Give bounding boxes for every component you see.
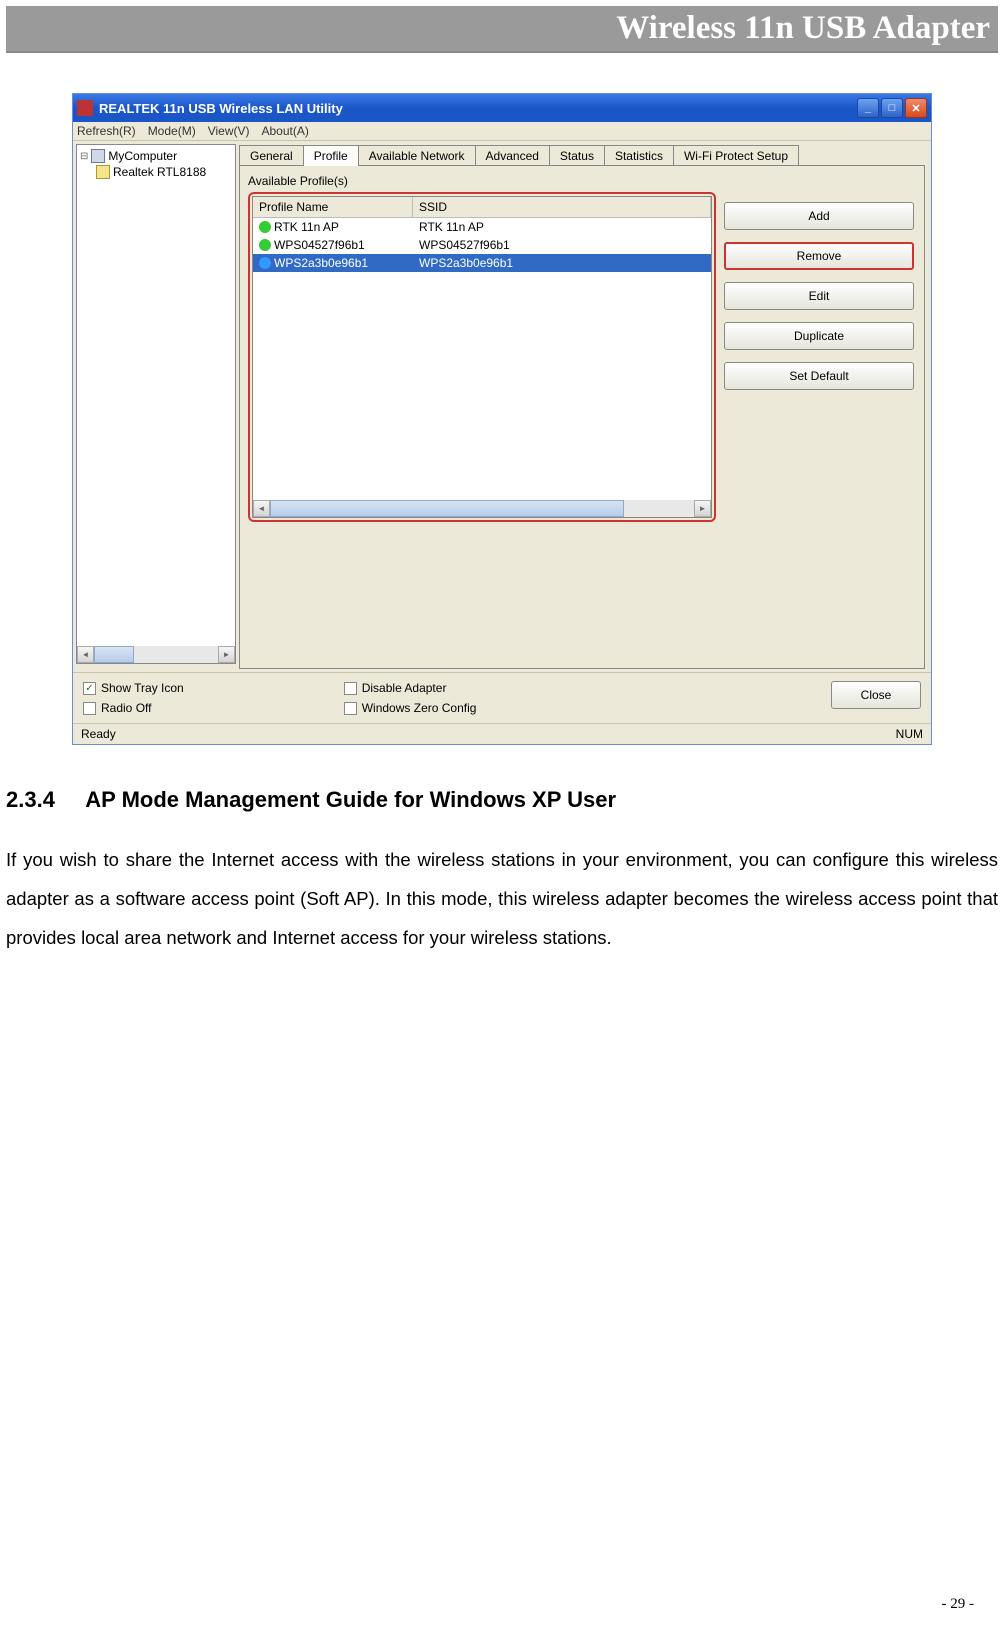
menu-about[interactable]: About(A) <box>262 124 309 138</box>
tab-available-network[interactable]: Available Network <box>358 145 476 166</box>
tree-scrollbar[interactable]: ◄ ► <box>77 646 235 663</box>
tabs: General Profile Available Network Advanc… <box>239 144 925 165</box>
status-left: Ready <box>81 727 116 741</box>
profile-row[interactable]: WPS04527f96b1 WPS04527f96b1 <box>253 236 711 254</box>
bottom-options: ✓ Show Tray Icon Radio Off Disable Adapt… <box>73 672 931 723</box>
section-heading: 2.3.4 AP Mode Management Guide for Windo… <box>6 787 998 813</box>
checkbox-icon[interactable] <box>344 702 357 715</box>
menu-refresh[interactable]: Refresh(R) <box>77 124 136 138</box>
app-icon <box>77 100 93 116</box>
doc-header-underline <box>6 51 998 53</box>
signal-icon <box>259 221 271 233</box>
minimize-button[interactable]: _ <box>857 98 879 118</box>
app-window: REALTEK 11n USB Wireless LAN Utility _ □… <box>72 93 932 745</box>
scroll-left-icon[interactable]: ◄ <box>77 646 94 663</box>
scroll-right-icon[interactable]: ► <box>218 646 235 663</box>
checkbox-icon[interactable]: ✓ <box>83 682 96 695</box>
menubar: Refresh(R) Mode(M) View(V) About(A) <box>73 122 931 141</box>
radio-off-option[interactable]: Radio Off <box>83 701 184 715</box>
scroll-right-icon[interactable]: ► <box>694 500 711 517</box>
set-default-button[interactable]: Set Default <box>724 362 914 390</box>
tab-content: Available Profile(s) Profile Name SSID <box>239 165 925 669</box>
titlebar[interactable]: REALTEK 11n USB Wireless LAN Utility _ □… <box>73 94 931 122</box>
checkbox-icon[interactable] <box>344 682 357 695</box>
action-buttons: Add Remove Edit Duplicate Set Default <box>724 202 914 390</box>
profile-row-selected[interactable]: WPS2a3b0e96b1 WPS2a3b0e96b1 <box>253 254 711 272</box>
doc-header-title: Wireless 11n USB Adapter <box>616 10 990 46</box>
tree-child[interactable]: Realtek RTL8188 <box>96 164 232 180</box>
page-number: - 29 - <box>942 1596 975 1613</box>
tab-wifi-protect[interactable]: Wi-Fi Protect Setup <box>673 145 799 166</box>
profile-header: Profile Name SSID <box>253 197 711 218</box>
tree-root-label: MyComputer <box>108 149 177 163</box>
scroll-left-icon[interactable]: ◄ <box>253 500 270 517</box>
tree-root[interactable]: ⊟ MyComputer <box>80 148 232 164</box>
section-number: 2.3.4 <box>6 787 80 813</box>
profile-list[interactable]: Profile Name SSID RTK 11n AP RTK 11n AP … <box>252 196 712 518</box>
info-icon <box>259 257 271 269</box>
tab-advanced[interactable]: Advanced <box>475 145 550 166</box>
doc-header: Wireless 11n USB Adapter <box>6 6 998 51</box>
remove-button[interactable]: Remove <box>724 242 914 270</box>
profile-scrollbar[interactable]: ◄ ► <box>253 500 711 517</box>
profile-row[interactable]: RTK 11n AP RTK 11n AP <box>253 218 711 236</box>
tree-child-label: Realtek RTL8188 <box>113 165 206 179</box>
profiles-highlight: Profile Name SSID RTK 11n AP RTK 11n AP … <box>248 192 716 522</box>
tree-pane: ⊟ MyComputer Realtek RTL8188 ◄ ► <box>76 144 236 664</box>
checkbox-icon[interactable] <box>83 702 96 715</box>
section-title: AP Mode Management Guide for Windows XP … <box>85 787 616 812</box>
status-right: NUM <box>896 727 923 741</box>
edit-button[interactable]: Edit <box>724 282 914 310</box>
add-button[interactable]: Add <box>724 202 914 230</box>
tab-profile[interactable]: Profile <box>303 145 359 166</box>
scroll-thumb[interactable] <box>94 646 134 663</box>
duplicate-button[interactable]: Duplicate <box>724 322 914 350</box>
signal-icon <box>259 239 271 251</box>
menu-view[interactable]: View(V) <box>208 124 250 138</box>
tab-statistics[interactable]: Statistics <box>604 145 674 166</box>
body-paragraph: If you wish to share the Internet access… <box>6 841 998 958</box>
tab-status[interactable]: Status <box>549 145 605 166</box>
scroll-thumb[interactable] <box>270 500 624 517</box>
computer-icon <box>91 149 105 163</box>
statusbar: Ready NUM <box>73 723 931 744</box>
close-button[interactable]: Close <box>831 681 921 709</box>
menu-mode[interactable]: Mode(M) <box>148 124 196 138</box>
close-window-button[interactable]: ✕ <box>905 98 927 118</box>
windows-zero-option[interactable]: Windows Zero Config <box>344 701 477 715</box>
maximize-button[interactable]: □ <box>881 98 903 118</box>
titlebar-text: REALTEK 11n USB Wireless LAN Utility <box>99 101 857 116</box>
col-ssid[interactable]: SSID <box>413 197 711 217</box>
col-profile-name[interactable]: Profile Name <box>253 197 413 217</box>
tab-general[interactable]: General <box>239 145 304 166</box>
profiles-label: Available Profile(s) <box>248 174 916 188</box>
disable-adapter-option[interactable]: Disable Adapter <box>344 681 477 695</box>
adapter-icon <box>96 165 110 179</box>
show-tray-option[interactable]: ✓ Show Tray Icon <box>83 681 184 695</box>
